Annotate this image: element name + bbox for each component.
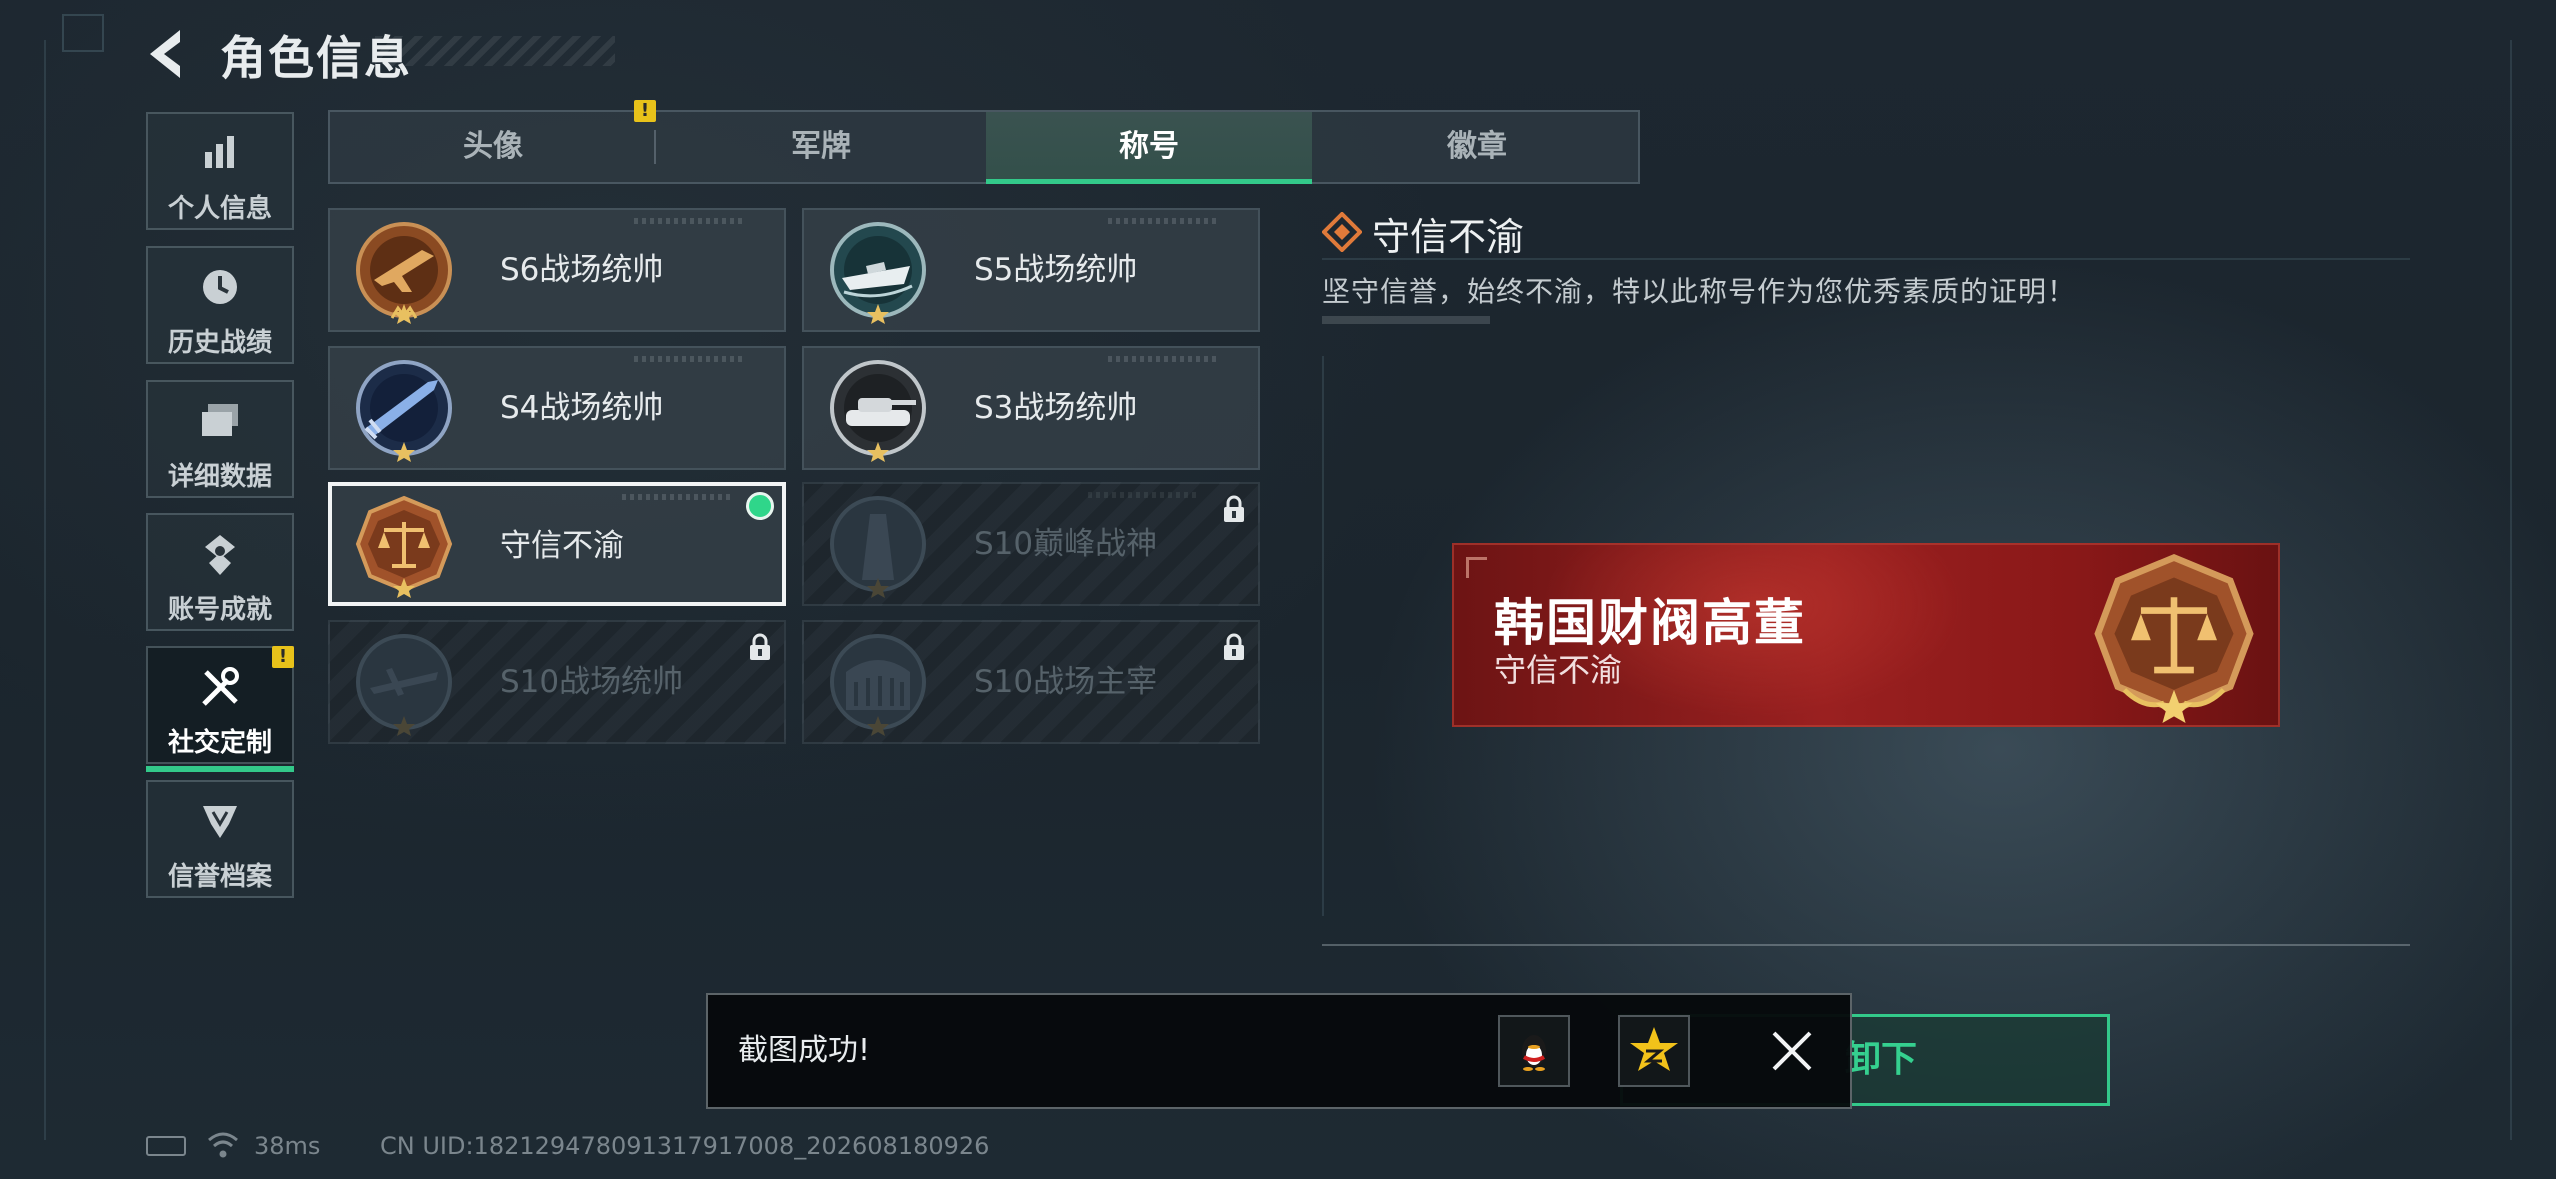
detail-title: 守信不渝	[1372, 215, 1525, 259]
title-card[interactable]: S4战场统帅	[328, 346, 786, 470]
close-icon	[1772, 1031, 1812, 1071]
qzone-star-icon	[1630, 1027, 1678, 1071]
frame-line-right	[2510, 40, 2512, 1140]
jet-medal-icon	[356, 222, 452, 324]
title-card-locked[interactable]: S10战场统帅	[328, 620, 786, 744]
unequip-label: 卸下	[1844, 1039, 1917, 1080]
title-card[interactable]: S5战场统帅	[802, 208, 1260, 332]
frame-corner	[62, 14, 104, 52]
title-name: S10巅峰战神	[974, 526, 1158, 562]
tab-bar: 头像 ! 军牌 称号 徽章	[328, 100, 1640, 184]
preview-frame-left	[1322, 356, 1324, 916]
title-card[interactable]: S6战场统帅	[328, 208, 786, 332]
clock-icon	[203, 270, 237, 304]
detail-divider-top	[1322, 258, 2410, 260]
nameplate-preview: 韩国财阀高董 守信不渝	[1452, 543, 2280, 727]
equipped-indicator	[746, 492, 774, 520]
wrench-screwdriver-icon	[202, 667, 239, 706]
title-card[interactable]: S3战场统帅	[802, 346, 1260, 470]
tab-dog-tag[interactable]: 军牌	[658, 112, 984, 182]
scales-medal-icon	[355, 495, 453, 598]
sidebar-item-label: 历史战绩	[167, 328, 272, 358]
aircraft-medal-icon	[356, 634, 452, 736]
boat-medal-icon	[830, 222, 926, 324]
title-name: S10战场统帅	[500, 664, 684, 700]
qq-penguin-icon	[1522, 1035, 1546, 1071]
tab-divider	[654, 130, 656, 164]
share-qq-button[interactable]	[1498, 1015, 1570, 1087]
sidebar-item-label: 个人信息	[167, 194, 272, 224]
credit-shield-icon	[203, 806, 237, 838]
bar-chart-icon	[205, 136, 234, 168]
share-qzone-button[interactable]	[1618, 1015, 1690, 1087]
sidebar-item-detailed-data[interactable]: 详细数据	[146, 380, 294, 498]
lock-icon	[1224, 633, 1244, 660]
tab-label: 徽章	[1447, 129, 1507, 164]
title-decoration	[375, 36, 615, 66]
back-arrow-icon	[150, 30, 180, 78]
title-name: S5战场统帅	[974, 252, 1138, 288]
tank-medal-icon	[830, 360, 926, 462]
user-uid: CN UID:18212947809131791700​8_2026081809…	[380, 1132, 990, 1160]
folders-icon	[202, 404, 238, 436]
toast-close-button[interactable]	[1766, 1025, 1818, 1077]
sidebar-item-credit-record[interactable]: 信誉档案	[146, 780, 294, 898]
tab-label: 头像	[463, 129, 523, 164]
wifi-icon	[208, 1132, 238, 1158]
card-decoration	[622, 494, 732, 500]
detail-divider-bottom	[1322, 944, 2410, 946]
title-card-locked[interactable]: S10战场主宰	[802, 620, 1260, 744]
active-indicator	[146, 766, 294, 772]
tab-avatar[interactable]: 头像 !	[330, 100, 656, 182]
tower-medal-icon	[830, 496, 926, 598]
tab-title[interactable]: 称号	[986, 112, 1312, 184]
diamond-title-icon	[1322, 212, 1362, 252]
tab-label: 军牌	[791, 129, 851, 164]
active-tab-underline	[986, 179, 1312, 184]
banner-corner	[1466, 557, 1487, 578]
ping-value: 38ms	[254, 1132, 321, 1160]
missile-medal-icon	[356, 360, 452, 462]
title-name: S3战场统帅	[974, 390, 1138, 426]
title-name: S10战场主宰	[974, 664, 1158, 700]
toast-message: 截图成功!	[738, 1033, 871, 1068]
detail-decoration	[1322, 316, 1490, 324]
screenshot-toast: 截图成功!	[706, 993, 1852, 1109]
title-name: 守信不渝	[500, 528, 624, 564]
lock-icon	[1224, 495, 1244, 522]
frame-line-left	[44, 40, 46, 1140]
sidebar-item-label: 社交定制	[167, 728, 272, 758]
title-card-selected[interactable]: 守信不渝	[328, 482, 786, 606]
sidebar-item-history[interactable]: 历史战绩	[146, 246, 294, 364]
detail-description: 坚守信誉，始终不渝，特以此称号作为您优秀素质的证明！	[1322, 275, 2077, 308]
achievement-icon	[205, 535, 235, 575]
alert-badge: !	[634, 100, 656, 122]
battery-icon	[146, 1136, 186, 1156]
alert-badge: !	[272, 646, 294, 668]
scales-emblem-icon	[2094, 554, 2254, 723]
title-name: S4战场统帅	[500, 390, 664, 426]
sidebar-item-label: 信誉档案	[167, 862, 272, 892]
tab-badge[interactable]: 徽章	[1314, 112, 1640, 182]
sidebar-item-achievements[interactable]: 账号成就	[146, 513, 294, 631]
back-button[interactable]	[140, 24, 200, 84]
title-name: S6战场统帅	[500, 252, 664, 288]
nameplate-title: 守信不渝	[1494, 651, 1623, 689]
tab-label: 称号	[1119, 129, 1179, 164]
colosseum-medal-icon	[830, 634, 926, 736]
title-card-locked[interactable]: S10巅峰战神	[802, 482, 1260, 606]
sidebar-item-label: 账号成就	[167, 595, 272, 625]
sidebar-item-personal-info[interactable]: 个人信息	[146, 112, 294, 230]
sidebar-item-label: 详细数据	[167, 462, 272, 492]
sidebar-item-social-custom[interactable]: 社交定制 !	[146, 646, 294, 772]
lock-icon	[750, 633, 770, 660]
